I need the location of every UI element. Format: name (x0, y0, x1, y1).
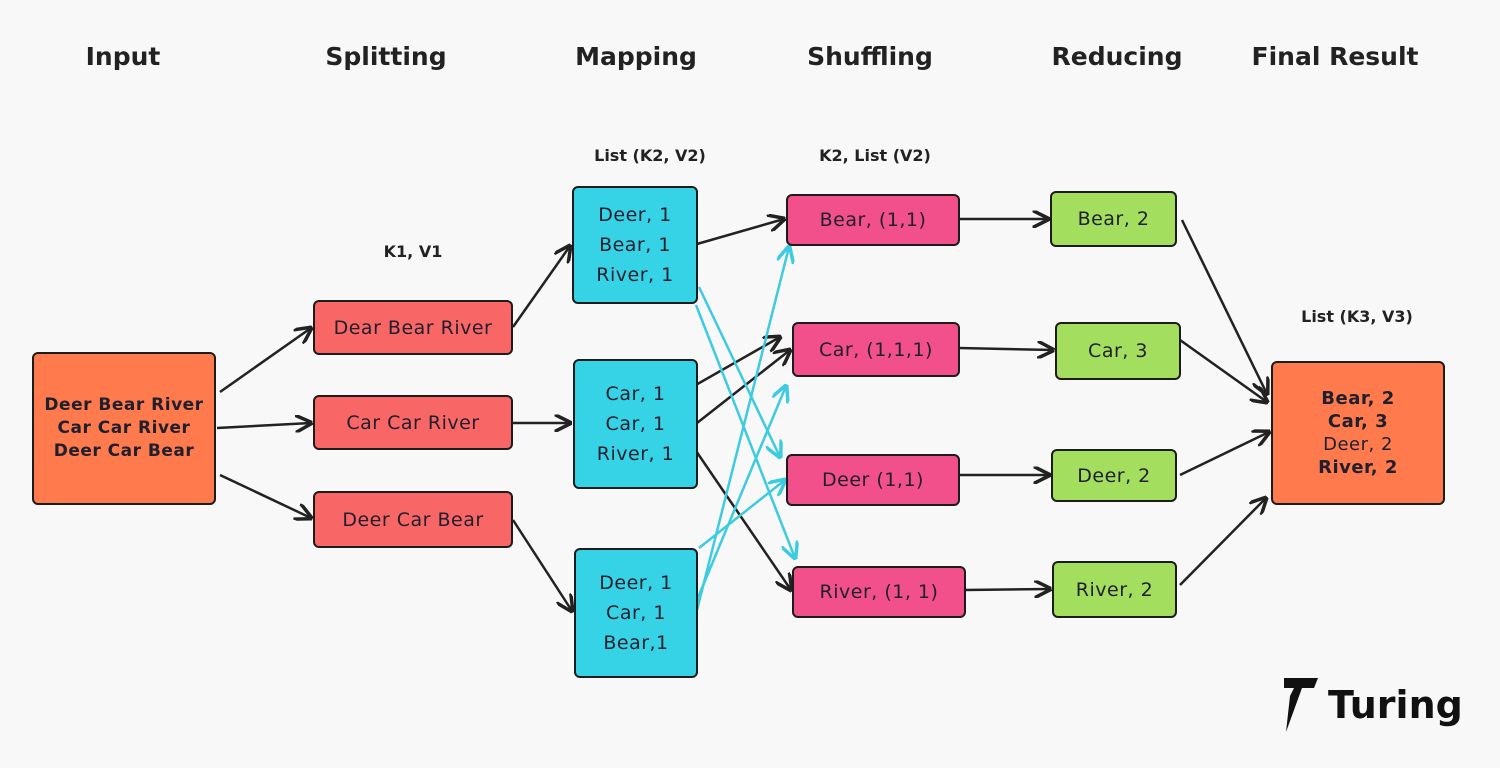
cross-arrow (695, 247, 789, 611)
reduce-box: Bear, 2 (1050, 191, 1177, 247)
reduce-box: Deer, 2 (1051, 449, 1177, 502)
reduce-text: Car, 3 (1088, 340, 1148, 362)
split-text: Dear Bear River (333, 316, 493, 339)
split-box: Dear Bear River (313, 300, 513, 355)
shuffle-text: River, (1, 1) (819, 581, 939, 603)
arrow (1180, 219, 1267, 394)
arrow (958, 348, 1053, 350)
split-text: Car Car River (346, 411, 480, 434)
map-pair: River, 1 (596, 443, 675, 465)
split-box: Car Car River (313, 395, 513, 450)
split-box: Deer Car Bear (313, 491, 513, 548)
input-line: Car Car River (57, 418, 191, 438)
shuffle-text: Deer (1,1) (822, 469, 924, 491)
map-pair: Car, 1 (605, 413, 666, 435)
arrow (1179, 338, 1267, 402)
logo-text: Turing (1328, 683, 1463, 727)
arrow (511, 246, 570, 328)
reduce-text: Deer, 2 (1077, 464, 1151, 487)
reduce-box: Car, 3 (1055, 322, 1181, 380)
arrow (216, 423, 311, 428)
reduce-text: Bear, 2 (1077, 208, 1150, 230)
input-line: Deer Car Bear (53, 441, 195, 461)
input-line: Deer Bear River (44, 395, 204, 415)
arrow (219, 328, 311, 394)
input-box: Deer Bear River Car Car River Deer Car B… (32, 352, 216, 505)
shuffle-text: Car, (1,1,1) (819, 338, 933, 361)
split-text: Deer Car Bear (342, 508, 484, 531)
map-pair: River, 1 (596, 264, 674, 286)
final-pair: Car, 3 (1327, 411, 1389, 432)
cross-arrow (694, 304, 795, 558)
turing-logo: Turing (1284, 678, 1463, 732)
reduce-box: River, 2 (1052, 561, 1177, 618)
arrow (693, 337, 780, 388)
shuffle-text: Bear, (1,1) (819, 209, 927, 231)
arrow (696, 219, 784, 246)
arrow (511, 519, 572, 611)
map-pair: Bear, 1 (599, 234, 671, 256)
arrow (1179, 498, 1266, 586)
map-pair: Car, 1 (605, 383, 666, 405)
arrow (219, 473, 311, 518)
map-pair: Car, 1 (606, 602, 666, 624)
arrow (1179, 432, 1269, 477)
final-result-box: Bear, 2 Car, 3 Deer, 2 River, 2 (1271, 361, 1445, 505)
shuffle-box: Bear, (1,1) (786, 194, 960, 246)
final-pair: Bear, 2 (1321, 388, 1395, 409)
map-pair: Deer, 1 (599, 572, 673, 594)
map-pair: Bear,1 (603, 632, 669, 654)
arrow (964, 589, 1050, 590)
map-box: Car, 1 Car, 1 River, 1 (573, 359, 698, 489)
final-pair: Deer, 2 (1323, 434, 1393, 455)
map-box: Deer, 1 Car, 1 Bear,1 (574, 548, 698, 678)
shuffle-box: Car, (1,1,1) (792, 322, 960, 377)
shuffle-box: River, (1, 1) (792, 566, 966, 618)
turing-7-logo-icon (1284, 678, 1318, 732)
reduce-text: River, 2 (1075, 578, 1154, 601)
map-pair: Deer, 1 (598, 204, 672, 226)
shuffle-box: Deer (1,1) (786, 454, 960, 506)
map-box: Deer, 1 Bear, 1 River, 1 (572, 186, 698, 304)
final-pair: River, 2 (1318, 457, 1398, 478)
